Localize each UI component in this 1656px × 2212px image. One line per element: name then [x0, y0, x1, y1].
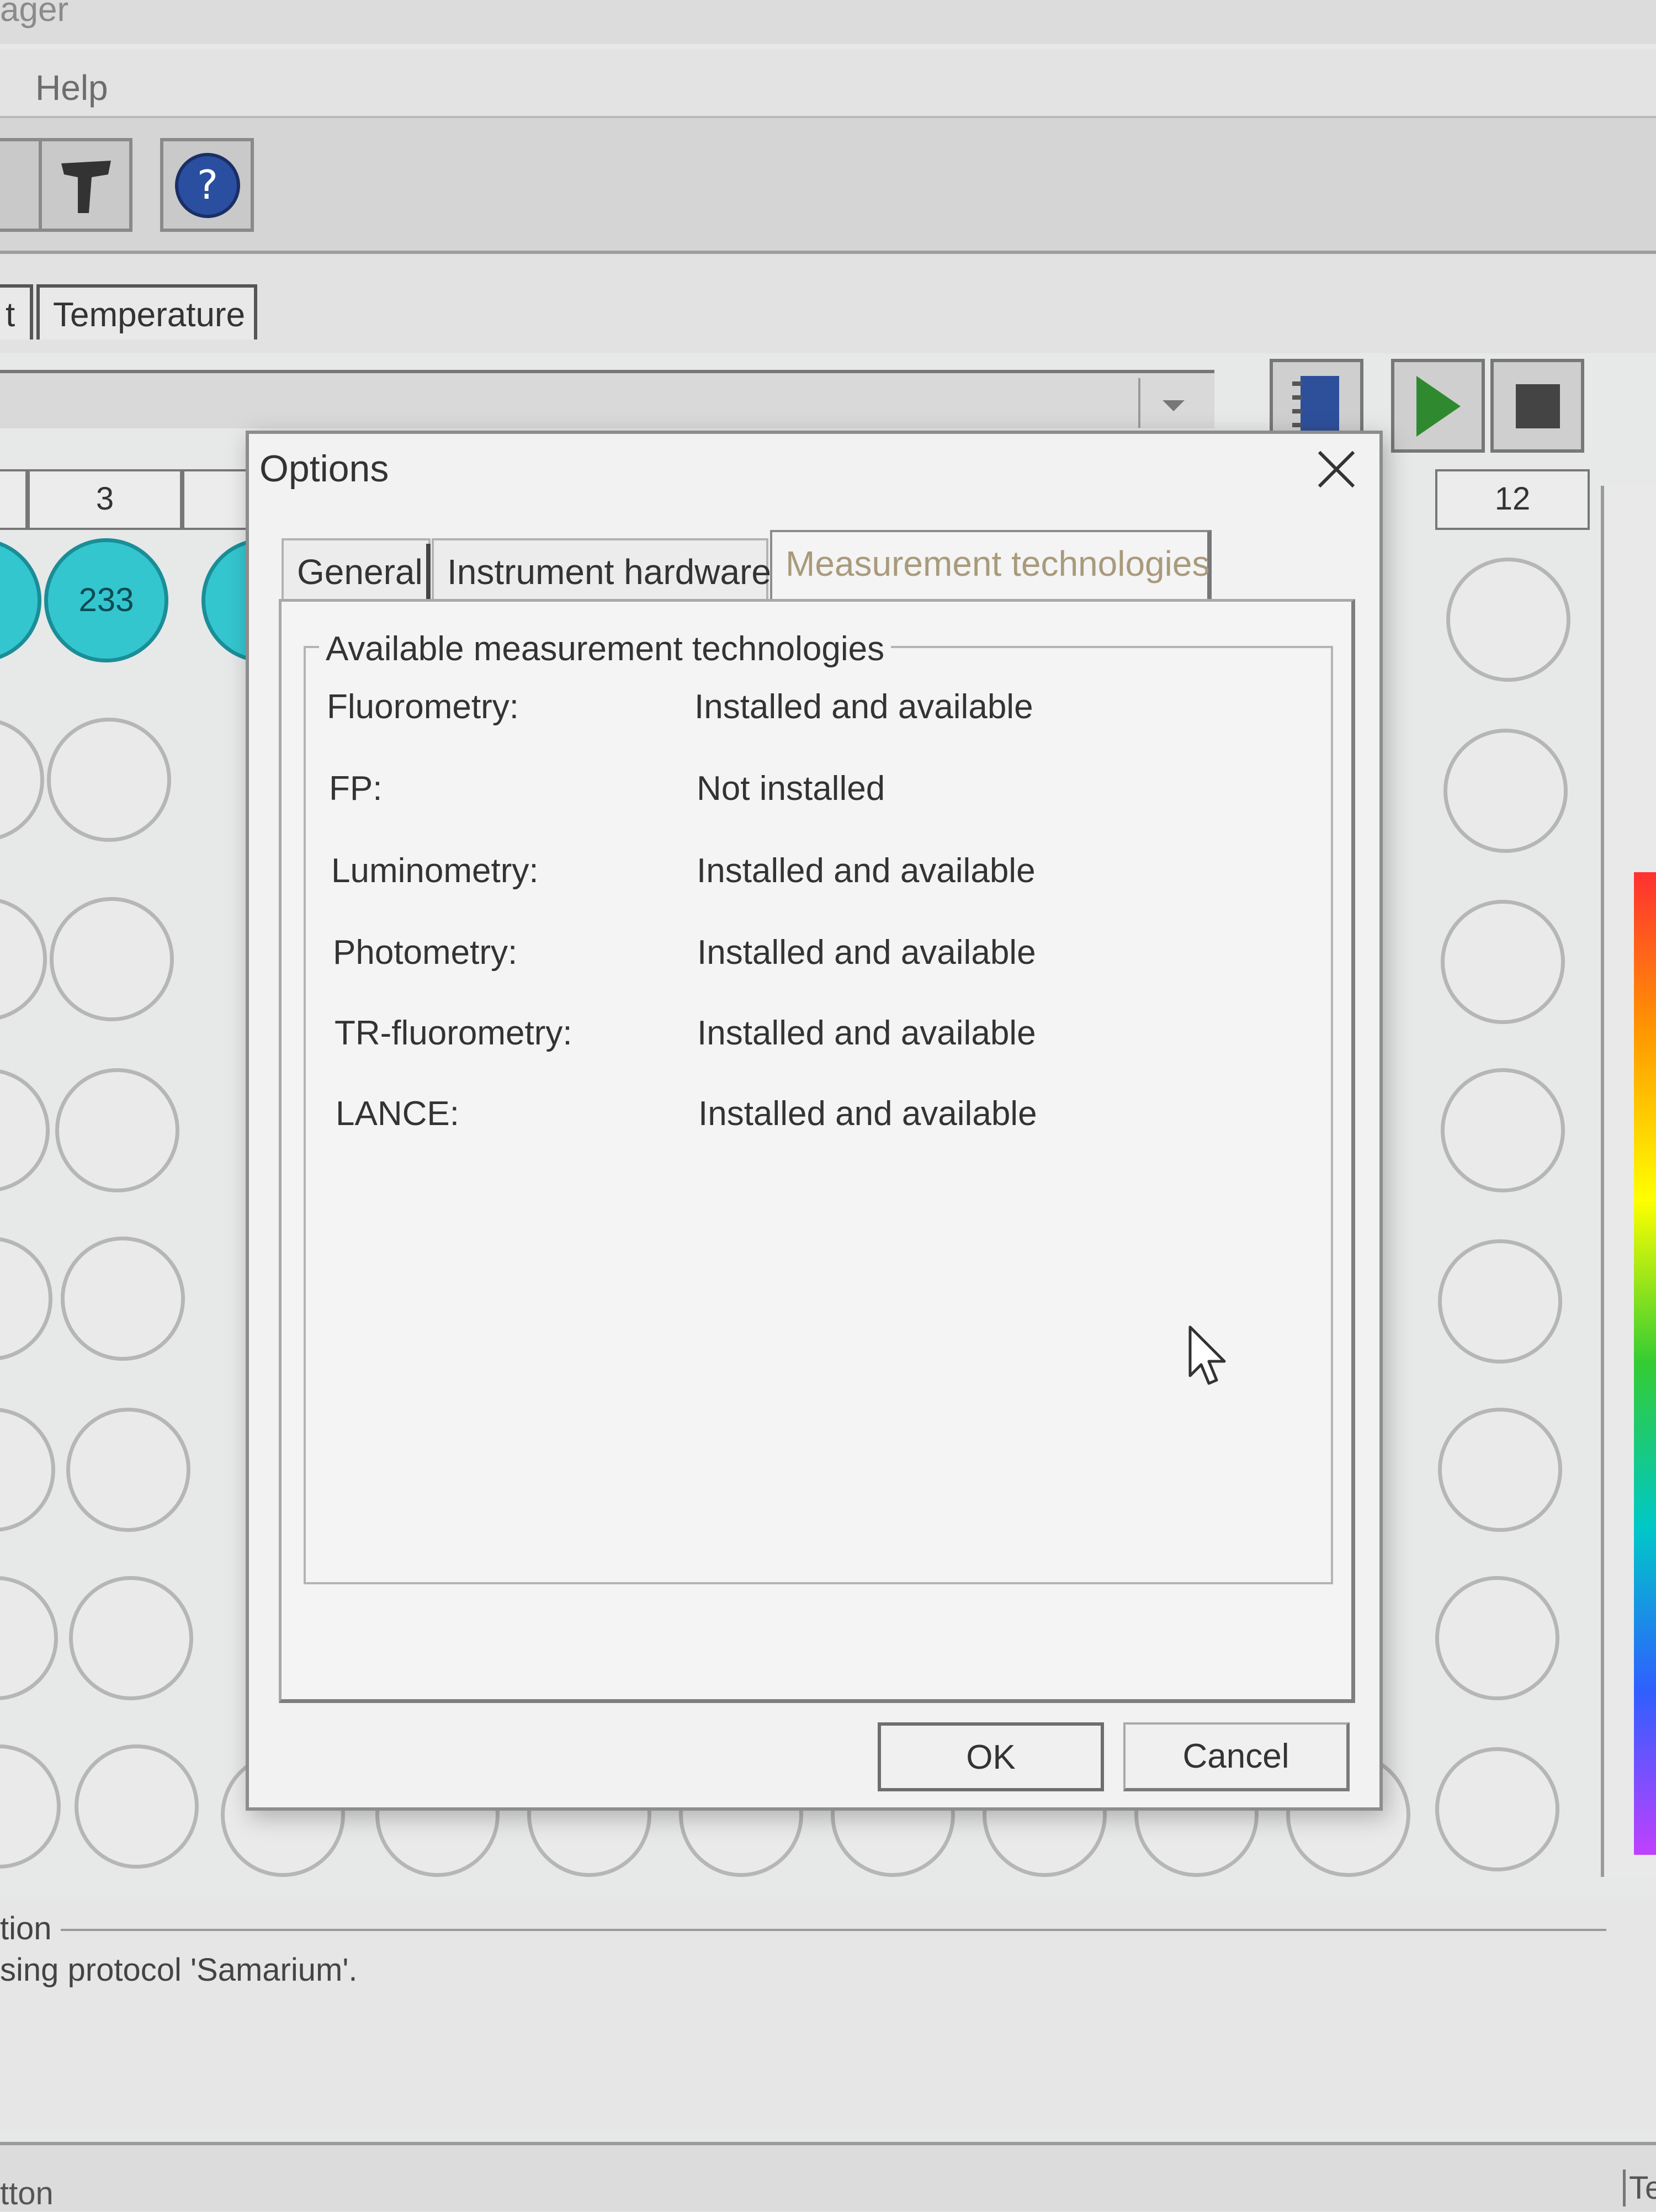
protocol-selector[interactable] — [0, 370, 1214, 428]
plate-well[interactable] — [47, 718, 171, 842]
groupbox-title: Available measurement technologies — [319, 629, 891, 669]
toolbar-help-button[interactable]: ? — [160, 138, 254, 232]
plate-well[interactable] — [0, 1237, 52, 1361]
plate-well[interactable] — [50, 897, 174, 1021]
plate-well[interactable] — [69, 1576, 193, 1700]
plate-well[interactable] — [61, 1237, 185, 1361]
plate-well[interactable] — [0, 1744, 61, 1869]
plate-well[interactable] — [1438, 1408, 1562, 1532]
tech-status-fp: Not installed — [697, 770, 885, 808]
plate-well[interactable] — [1441, 900, 1565, 1024]
app-title: ager — [0, 0, 69, 29]
tech-label-lance: LANCE: — [336, 1095, 459, 1133]
tab-temperature[interactable]: Temperature — [36, 284, 257, 340]
run-button[interactable] — [1391, 359, 1485, 453]
tab-instrument-hardware[interactable]: Instrument hardware — [432, 538, 771, 599]
plate-well[interactable] — [1443, 729, 1568, 853]
close-icon[interactable] — [1308, 442, 1363, 497]
plate-well[interactable] — [1435, 1576, 1559, 1700]
mouse-cursor-icon — [1188, 1325, 1226, 1385]
tab-partial[interactable]: t — [0, 284, 33, 340]
help-icon: ? — [175, 153, 240, 218]
plate-well[interactable] — [1441, 1068, 1565, 1192]
status-right-text: Te — [1623, 2169, 1656, 2206]
svg-text:?: ? — [197, 162, 218, 208]
tab-separator — [426, 544, 431, 599]
log-message: sing protocol 'Samarium'. — [0, 1952, 358, 1988]
plate-well[interactable] — [55, 1068, 179, 1192]
tech-status-lance: Installed and available — [698, 1095, 1037, 1133]
plate-well[interactable] — [0, 1068, 50, 1192]
plate-well[interactable] — [66, 1408, 190, 1532]
tool-icon — [61, 161, 111, 213]
stop-icon — [1516, 384, 1560, 428]
plate-well[interactable] — [0, 1408, 55, 1532]
ok-button[interactable]: OK — [878, 1722, 1104, 1791]
tech-label-luminometry: Luminometry: — [331, 852, 539, 890]
log-divider — [61, 1929, 1606, 1931]
log-group-title: tion — [0, 1911, 52, 1946]
plate-well[interactable]: 233 — [44, 538, 168, 662]
tech-label-tr-fluorometry: TR-fluorometry: — [335, 1014, 572, 1052]
tab-general[interactable]: General — [282, 538, 431, 599]
plate-well[interactable] — [75, 1744, 199, 1869]
status-bar — [0, 2142, 1656, 2211]
plate-well[interactable] — [1446, 558, 1570, 682]
tech-label-fluorometry: Fluorometry: — [327, 688, 519, 726]
plate-well[interactable] — [1438, 1239, 1562, 1364]
tech-status-tr-fluorometry: Installed and available — [697, 1014, 1036, 1052]
plate-well[interactable] — [0, 897, 47, 1021]
tech-label-photometry: Photometry: — [333, 933, 518, 972]
chevron-down-icon[interactable] — [1138, 378, 1207, 428]
plate-well[interactable] — [0, 1576, 58, 1700]
column-header-partial — [0, 469, 28, 530]
play-icon — [1416, 376, 1461, 437]
dialog-title: Options — [259, 448, 389, 490]
menu-item-help[interactable]: Help — [35, 67, 108, 108]
tab-measurement-technologies[interactable]: Measurement technologies — [770, 530, 1212, 599]
tech-status-luminometry: Installed and available — [697, 852, 1036, 890]
cancel-button[interactable]: Cancel — [1123, 1722, 1350, 1791]
toolbar-tool-button[interactable] — [39, 138, 132, 232]
app-title-bar — [0, 0, 1656, 44]
color-scale-bar — [1634, 872, 1656, 1855]
plate-well[interactable] — [1435, 1747, 1559, 1871]
tech-status-fluorometry: Installed and available — [694, 688, 1033, 726]
plate-well[interactable] — [0, 538, 41, 662]
plate-well[interactable] — [0, 718, 44, 842]
column-header-12: 12 — [1435, 469, 1590, 530]
status-left-text: tton — [0, 2176, 54, 2211]
menu-bar — [0, 50, 1656, 118]
tech-label-fp: FP: — [329, 770, 383, 808]
tech-status-photometry: Installed and available — [697, 933, 1036, 972]
column-header-3: 3 — [28, 469, 182, 530]
log-area — [0, 1899, 1656, 2131]
stop-button[interactable] — [1490, 359, 1584, 453]
